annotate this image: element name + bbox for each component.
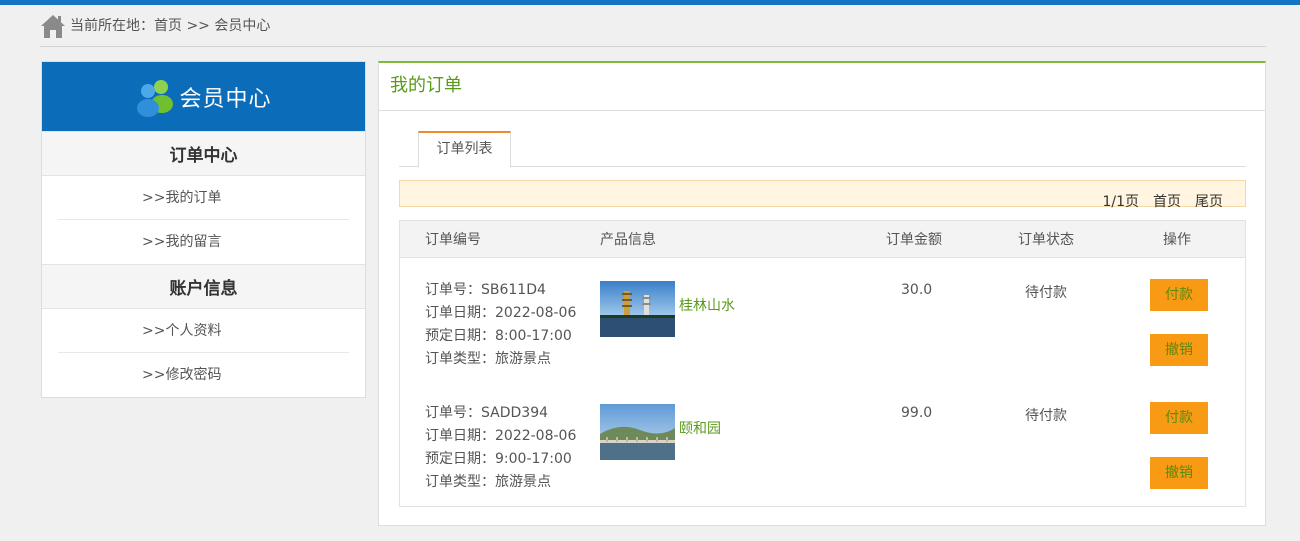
home-icon [41, 15, 65, 38]
sidebar-section-orders: 订单中心 [42, 131, 365, 176]
tab-order-list[interactable]: 订单列表 [418, 131, 511, 168]
product-name-link[interactable]: 桂林山水 [679, 295, 735, 315]
column-actions: 操作 [1163, 232, 1191, 248]
booking-time: 预定日期：8:00-17:00 [425, 328, 572, 344]
top-accent-bar [0, 0, 1300, 5]
sidebar-header: 会员中心 [42, 62, 365, 131]
product-thumbnail[interactable] [600, 404, 675, 460]
sidebar-item-my-orders[interactable]: >>我的订单 [58, 176, 349, 220]
order-date: 订单日期：2022-08-06 [425, 305, 577, 321]
booking-time: 预定日期：9:00-17:00 [425, 451, 572, 467]
product-thumbnail[interactable] [600, 281, 675, 337]
cancel-button[interactable]: 撤销 [1150, 334, 1208, 366]
table-row: 订单号：SB611D4 订单日期：2022-08-06 预定日期：8:00-17… [400, 279, 1245, 394]
pay-button[interactable]: 付款 [1150, 402, 1208, 434]
breadcrumb: 当前所在地：首页 >> 会员中心 [40, 13, 1266, 47]
cancel-button[interactable]: 撤销 [1150, 457, 1208, 489]
order-status: 待付款 [1025, 285, 1067, 301]
pay-button[interactable]: 付款 [1150, 279, 1208, 311]
page-indicator: 1/1页 [1102, 194, 1139, 210]
order-date: 订单日期：2022-08-06 [425, 428, 577, 444]
table-row: 订单号：SADD394 订单日期：2022-08-06 预定日期：9:00-17… [400, 402, 1245, 517]
order-amount: 30.0 [901, 282, 933, 298]
sidebar-item-my-messages[interactable]: >>我的留言 [58, 220, 349, 264]
table-header: 订单编号 产品信息 订单金额 订单状态 操作 [400, 221, 1245, 258]
sidebar-section-account: 账户信息 [42, 264, 365, 309]
first-page-link[interactable]: 首页 [1153, 194, 1181, 210]
column-status: 订单状态 [1018, 232, 1074, 248]
last-page-link[interactable]: 尾页 [1195, 194, 1223, 210]
order-status: 待付款 [1025, 408, 1067, 424]
sidebar-title: 会员中心 [179, 86, 272, 112]
sidebar-item-profile[interactable]: >>个人资料 [58, 309, 349, 353]
sidebar: 会员中心 订单中心 >>我的订单 >>我的留言 账户信息 >>个人资料 >>修改… [41, 61, 366, 398]
product-name-link[interactable]: 颐和园 [679, 418, 721, 438]
page-title: 我的订单 [379, 63, 1265, 111]
order-details: 订单号：SB611D4 订单日期：2022-08-06 预定日期：8:00-17… [425, 279, 576, 371]
column-order-no: 订单编号 [425, 232, 481, 248]
order-number: 订单号：SADD394 [425, 405, 549, 421]
column-amount: 订单金额 [886, 232, 942, 248]
order-type: 订单类型：旅游景点 [425, 351, 551, 367]
orders-panel: 我的订单 订单列表 1/1页 首页 尾页 订单编号 产品信息 订单金额 订单状态… [378, 61, 1266, 526]
order-type: 订单类型：旅游景点 [425, 474, 551, 490]
user-group-icon [137, 79, 174, 117]
breadcrumb-text: 当前所在地：首页 >> 会员中心 [70, 18, 271, 34]
sidebar-item-change-password[interactable]: >>修改密码 [58, 353, 349, 397]
order-details: 订单号：SADD394 订单日期：2022-08-06 预定日期：9:00-17… [425, 402, 576, 494]
orders-table: 订单编号 产品信息 订单金额 订单状态 操作 订单号：SB611D4 订单日期：… [399, 220, 1246, 507]
order-amount: 99.0 [901, 405, 933, 421]
pagination-bar: 1/1页 首页 尾页 [399, 180, 1246, 210]
tab-bar: 订单列表 [399, 131, 1246, 168]
order-number: 订单号：SB611D4 [425, 282, 546, 298]
column-product: 产品信息 [600, 232, 656, 248]
